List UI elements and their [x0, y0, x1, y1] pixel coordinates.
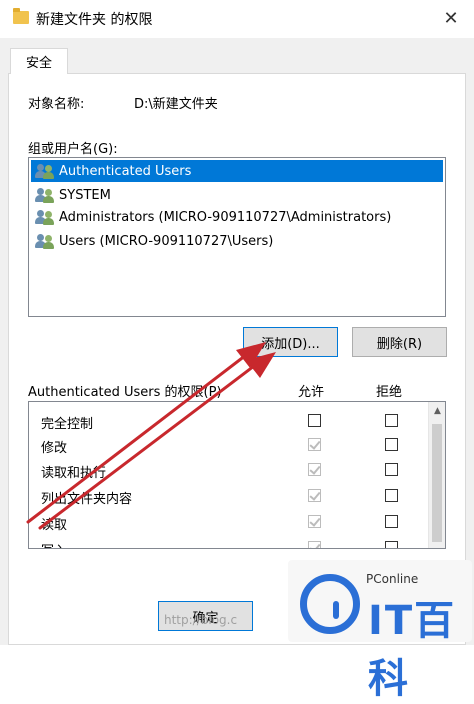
list-item-label: SYSTEM	[59, 187, 111, 203]
scroll-thumb[interactable]	[432, 424, 442, 542]
permission-name: 读取	[41, 518, 68, 533]
add-button[interactable]: 添加(D)...	[243, 327, 338, 357]
search-logo-icon	[300, 574, 360, 634]
object-name-label: 对象名称:	[28, 97, 85, 112]
object-name-value: D:\新建文件夹	[134, 97, 218, 112]
title-bar: 新建文件夹 的权限 ✕	[0, 0, 474, 38]
permission-row-list-folder: 列出文件夹内容	[29, 484, 429, 508]
permission-row-read: 读取	[29, 510, 429, 534]
allow-checkbox[interactable]	[308, 515, 321, 528]
users-group-icon	[35, 233, 55, 249]
allow-checkbox[interactable]	[308, 414, 321, 427]
watermark-text: http://blog.c	[164, 613, 238, 627]
deny-checkbox[interactable]	[385, 463, 398, 476]
folder-icon	[13, 8, 29, 24]
list-item-users[interactable]: Users (MICRO-909110727\Users)	[31, 230, 273, 252]
allow-column-header: 允许	[298, 385, 325, 400]
scroll-up-icon[interactable]: ▲	[429, 402, 445, 419]
remove-button[interactable]: 删除(R)	[352, 327, 447, 357]
permission-row-full-control: 完全控制	[29, 409, 429, 433]
permission-row-modify: 修改	[29, 433, 429, 457]
deny-checkbox[interactable]	[385, 489, 398, 502]
permission-row-write: 写入	[29, 536, 429, 548]
deny-checkbox[interactable]	[385, 438, 398, 451]
permission-name: 读取和执行	[41, 466, 107, 481]
permissions-label: Authenticated Users 的权限(P)	[28, 385, 222, 400]
permission-name: 列出文件夹内容	[41, 492, 133, 507]
list-item-administrators[interactable]: Administrators (MICRO-909110727\Administ…	[31, 206, 391, 228]
list-item-label: Administrators (MICRO-909110727\Administ…	[59, 209, 392, 225]
users-group-icon	[35, 187, 55, 203]
group-user-label: 组或用户名(G):	[28, 142, 118, 157]
logo-text: IT百科	[368, 598, 457, 702]
users-group-icon	[35, 163, 55, 179]
logo-brand: PConline	[366, 572, 419, 586]
deny-column-header: 拒绝	[376, 385, 403, 400]
permissions-list: 完全控制 修改 读取和执行 列出文件夹内容 读取 写入 ▲	[28, 401, 446, 549]
users-group-icon	[35, 209, 55, 225]
list-item-label: Authenticated Users	[59, 163, 192, 179]
permission-name: 完全控制	[41, 417, 94, 432]
window-title: 新建文件夹 的权限	[36, 12, 153, 28]
permission-name: 修改	[41, 441, 68, 456]
allow-checkbox[interactable]	[308, 438, 321, 451]
tab-security[interactable]: 安全	[10, 48, 68, 74]
group-user-list[interactable]: Authenticated Users SYSTEM Administrator…	[28, 157, 446, 317]
permissions-scrollbar[interactable]: ▲	[428, 402, 445, 548]
deny-checkbox[interactable]	[385, 515, 398, 528]
permission-name: 写入	[41, 540, 67, 548]
list-item-system[interactable]: SYSTEM	[31, 184, 111, 206]
pconline-logo: PConline IT百科	[288, 560, 472, 702]
allow-checkbox[interactable]	[308, 463, 321, 476]
allow-checkbox[interactable]	[308, 489, 321, 502]
list-item-authenticated-users[interactable]: Authenticated Users	[31, 160, 443, 182]
deny-checkbox[interactable]	[385, 541, 398, 548]
allow-checkbox[interactable]	[308, 541, 321, 548]
list-item-label: Users (MICRO-909110727\Users)	[59, 233, 274, 249]
permission-row-read-execute: 读取和执行	[29, 458, 429, 482]
deny-checkbox[interactable]	[385, 414, 398, 427]
close-icon[interactable]: ✕	[436, 4, 466, 32]
